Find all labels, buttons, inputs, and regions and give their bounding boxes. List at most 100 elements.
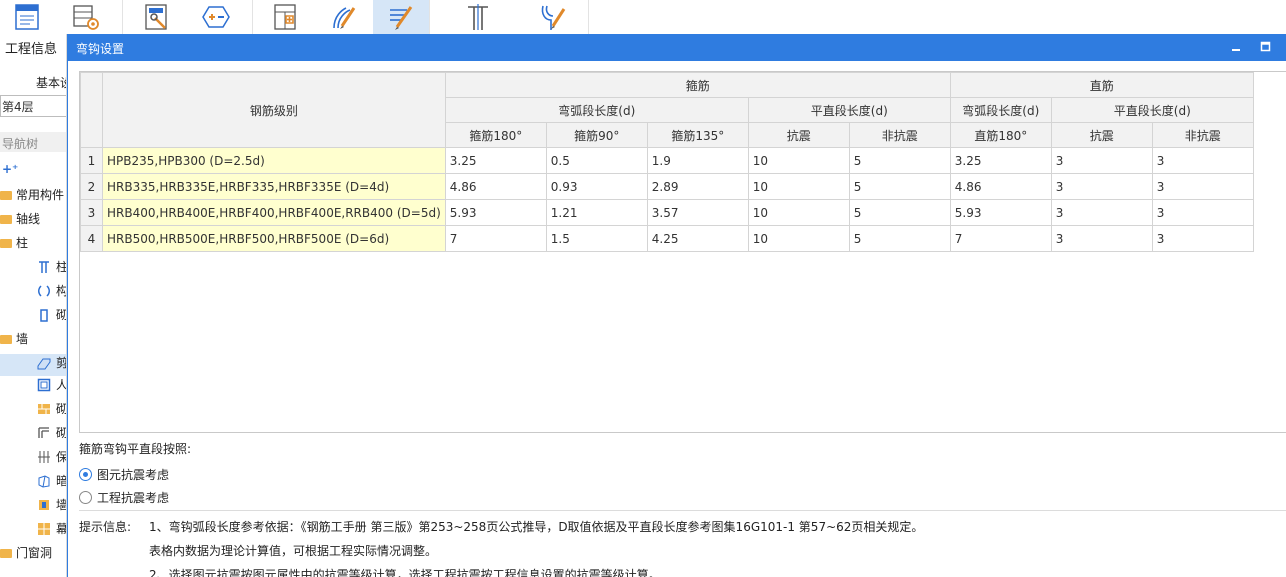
tree-folder-item[interactable]: 柱 (0, 234, 66, 256)
grade-cell[interactable]: HRB335,HRB335E,HRBF335,HRBF335E (D=4d) (102, 173, 446, 200)
row-number: 2 (80, 173, 103, 200)
value-cell[interactable]: 3 (1050, 173, 1153, 200)
rebar-table-icon[interactable] (270, 2, 302, 32)
value-cell[interactable]: 3 (1151, 147, 1254, 174)
grade-cell[interactable]: HPB235,HPB300 (D=2.5d) (102, 147, 446, 174)
tree-child-item[interactable]: 构 (0, 282, 66, 304)
tree-item-label: 暗 (56, 474, 67, 488)
wall-column-icon (37, 498, 51, 512)
value-cell[interactable]: 10 (747, 225, 850, 252)
value-cell[interactable]: 5 (848, 147, 951, 174)
value-cell[interactable]: 3.57 (646, 199, 749, 226)
value-cell[interactable]: 7 (949, 225, 1052, 252)
tree-folder-item[interactable]: 常用构件 (0, 186, 66, 208)
value-cell[interactable]: 5 (848, 225, 951, 252)
radio-option[interactable]: 工程抗震考虑 (79, 486, 1286, 509)
hint-line: 表格内数据为理论计算值，可根据工程实际情况调整。 (149, 544, 438, 558)
tree-folder-item[interactable]: 轴线 (0, 210, 66, 232)
maximize-icon (1260, 41, 1271, 52)
hook-edit-icon[interactable] (328, 2, 360, 32)
add-remove-icon[interactable] (200, 2, 232, 32)
radio-button[interactable] (79, 491, 92, 504)
straight-seismic-header: 抗震 (1050, 122, 1153, 148)
value-cell[interactable]: 7 (444, 225, 547, 252)
value-cell[interactable]: 0.5 (545, 147, 648, 174)
calc-settings-icon[interactable] (141, 2, 173, 32)
value-cell[interactable]: 3 (1151, 173, 1254, 200)
value-cell[interactable]: 5 (848, 199, 951, 226)
value-cell[interactable]: 3 (1151, 225, 1254, 252)
tree-item-label: 墙 (16, 332, 29, 346)
tree-child-item[interactable]: 幕 (0, 520, 67, 542)
ribbon-tab-project-info[interactable]: 工程信息 (5, 38, 57, 57)
row-number: 3 (80, 199, 103, 226)
value-cell[interactable]: 10 (747, 173, 850, 200)
tree-item-label: 门窗洞 (16, 546, 53, 560)
tree-child-item[interactable]: 砌 (0, 400, 66, 422)
value-cell[interactable]: 1.5 (545, 225, 648, 252)
tree-child-item[interactable]: 暗 (0, 472, 67, 494)
hook-settings-dialog: 弯钩设置 钢筋级别 箍筋 直筋 弯弧段长度(d) 平直段长度(d) 弯弧段长度(… (67, 34, 1286, 577)
tree-child-item[interactable]: 剪 (0, 354, 67, 376)
value-cell[interactable]: 5.93 (949, 199, 1052, 226)
grade-cell[interactable]: HRB400,HRB400E,HRBF400,HRBF400E,RRB400 (… (102, 199, 446, 226)
table-row: 4 HRB500,HRB500E,HRBF500,HRBF500E (D=6d) 7… (80, 225, 1254, 252)
basic-settings-label: 基本设 (36, 76, 66, 90)
radio-label: 工程抗震考虑 (97, 491, 170, 505)
column-rebar-icon[interactable] (462, 2, 494, 32)
value-cell[interactable]: 1.9 (646, 147, 749, 174)
tree-item-label: 常用构件 (16, 188, 65, 202)
value-cell[interactable]: 2.89 (646, 173, 749, 200)
add-component-icon[interactable]: +⁺ (2, 162, 18, 176)
value-cell[interactable]: 4.86 (949, 173, 1052, 200)
tree-child-item[interactable]: 保 (0, 448, 66, 470)
hint-line: 2、选择图元抗震按图元属性中的抗震等级计算，选择工程抗震按工程信息设置的抗震等级… (149, 568, 661, 577)
maximize-button[interactable] (1257, 38, 1275, 56)
value-cell[interactable]: 5.93 (444, 199, 547, 226)
tree-folder-item[interactable]: 门窗洞 (0, 544, 66, 566)
hook-table: 钢筋级别 箍筋 直筋 弯弧段长度(d) 平直段长度(d) 弯弧段长度(d) 平直… (80, 72, 1254, 252)
value-cell[interactable]: 3.25 (949, 147, 1052, 174)
navigation-tree-header: 导航树 (0, 132, 66, 152)
minimize-icon (1232, 49, 1240, 51)
tree-folder-item[interactable]: 墙 (0, 330, 66, 352)
row-number: 1 (80, 147, 103, 174)
row-number: 4 (80, 225, 103, 252)
value-cell[interactable]: 4.86 (444, 173, 547, 200)
hook-settings-icon[interactable] (385, 2, 417, 32)
tree-child-item[interactable]: 人 (0, 376, 66, 398)
straight-180-header: 直筋180° (949, 122, 1052, 148)
value-cell[interactable]: 10 (747, 147, 850, 174)
value-cell[interactable]: 3 (1050, 147, 1153, 174)
floor-selector[interactable]: 第4层 (0, 95, 66, 117)
stirrup-135-header: 箍筋135° (646, 122, 749, 148)
bend-edit-icon[interactable] (537, 2, 569, 32)
tree-child-item[interactable]: 砌 (0, 306, 66, 328)
value-cell[interactable]: 0.93 (545, 173, 648, 200)
minimize-button[interactable] (1228, 38, 1246, 56)
value-cell[interactable]: 3 (1050, 225, 1153, 252)
tree-item-label: 幕 (56, 522, 67, 536)
toolbar-separator (429, 0, 430, 34)
value-cell[interactable]: 3 (1050, 199, 1153, 226)
value-cell[interactable]: 4.25 (646, 225, 749, 252)
tree-child-item[interactable]: 柱 (0, 258, 66, 280)
tree-child-item[interactable]: 墙 (0, 496, 66, 518)
value-cell[interactable]: 3 (1151, 199, 1254, 226)
folder-icon (0, 215, 12, 224)
tree-item-label: 剪 (56, 356, 67, 370)
project-info-icon[interactable] (11, 2, 43, 32)
radio-button[interactable] (79, 468, 92, 481)
grade-cell[interactable]: HRB500,HRB500E,HRBF500,HRBF500E (D=6d) (102, 225, 446, 252)
value-cell[interactable]: 1.21 (545, 199, 648, 226)
radio-option[interactable]: 图元抗震考虑 (79, 463, 1286, 486)
value-cell[interactable]: 10 (747, 199, 850, 226)
value-cell[interactable]: 5 (848, 173, 951, 200)
tree-child-item[interactable]: 砌 (0, 424, 66, 446)
stirrup-flat-basis-section: 箍筋弯钩平直段按照: 图元抗震考虑 工程抗震考虑 (79, 440, 1286, 509)
column-icon (37, 260, 51, 274)
left-navigation-pane: 工程信息 基本设 第4层 导航树 +⁺ 常用构件轴线柱柱构砌墙剪人砌砌保暗墙幕门… (0, 34, 67, 577)
value-cell[interactable]: 3.25 (444, 147, 547, 174)
settings-table-icon[interactable] (70, 2, 102, 32)
stirrup-seismic-header: 抗震 (747, 122, 850, 148)
